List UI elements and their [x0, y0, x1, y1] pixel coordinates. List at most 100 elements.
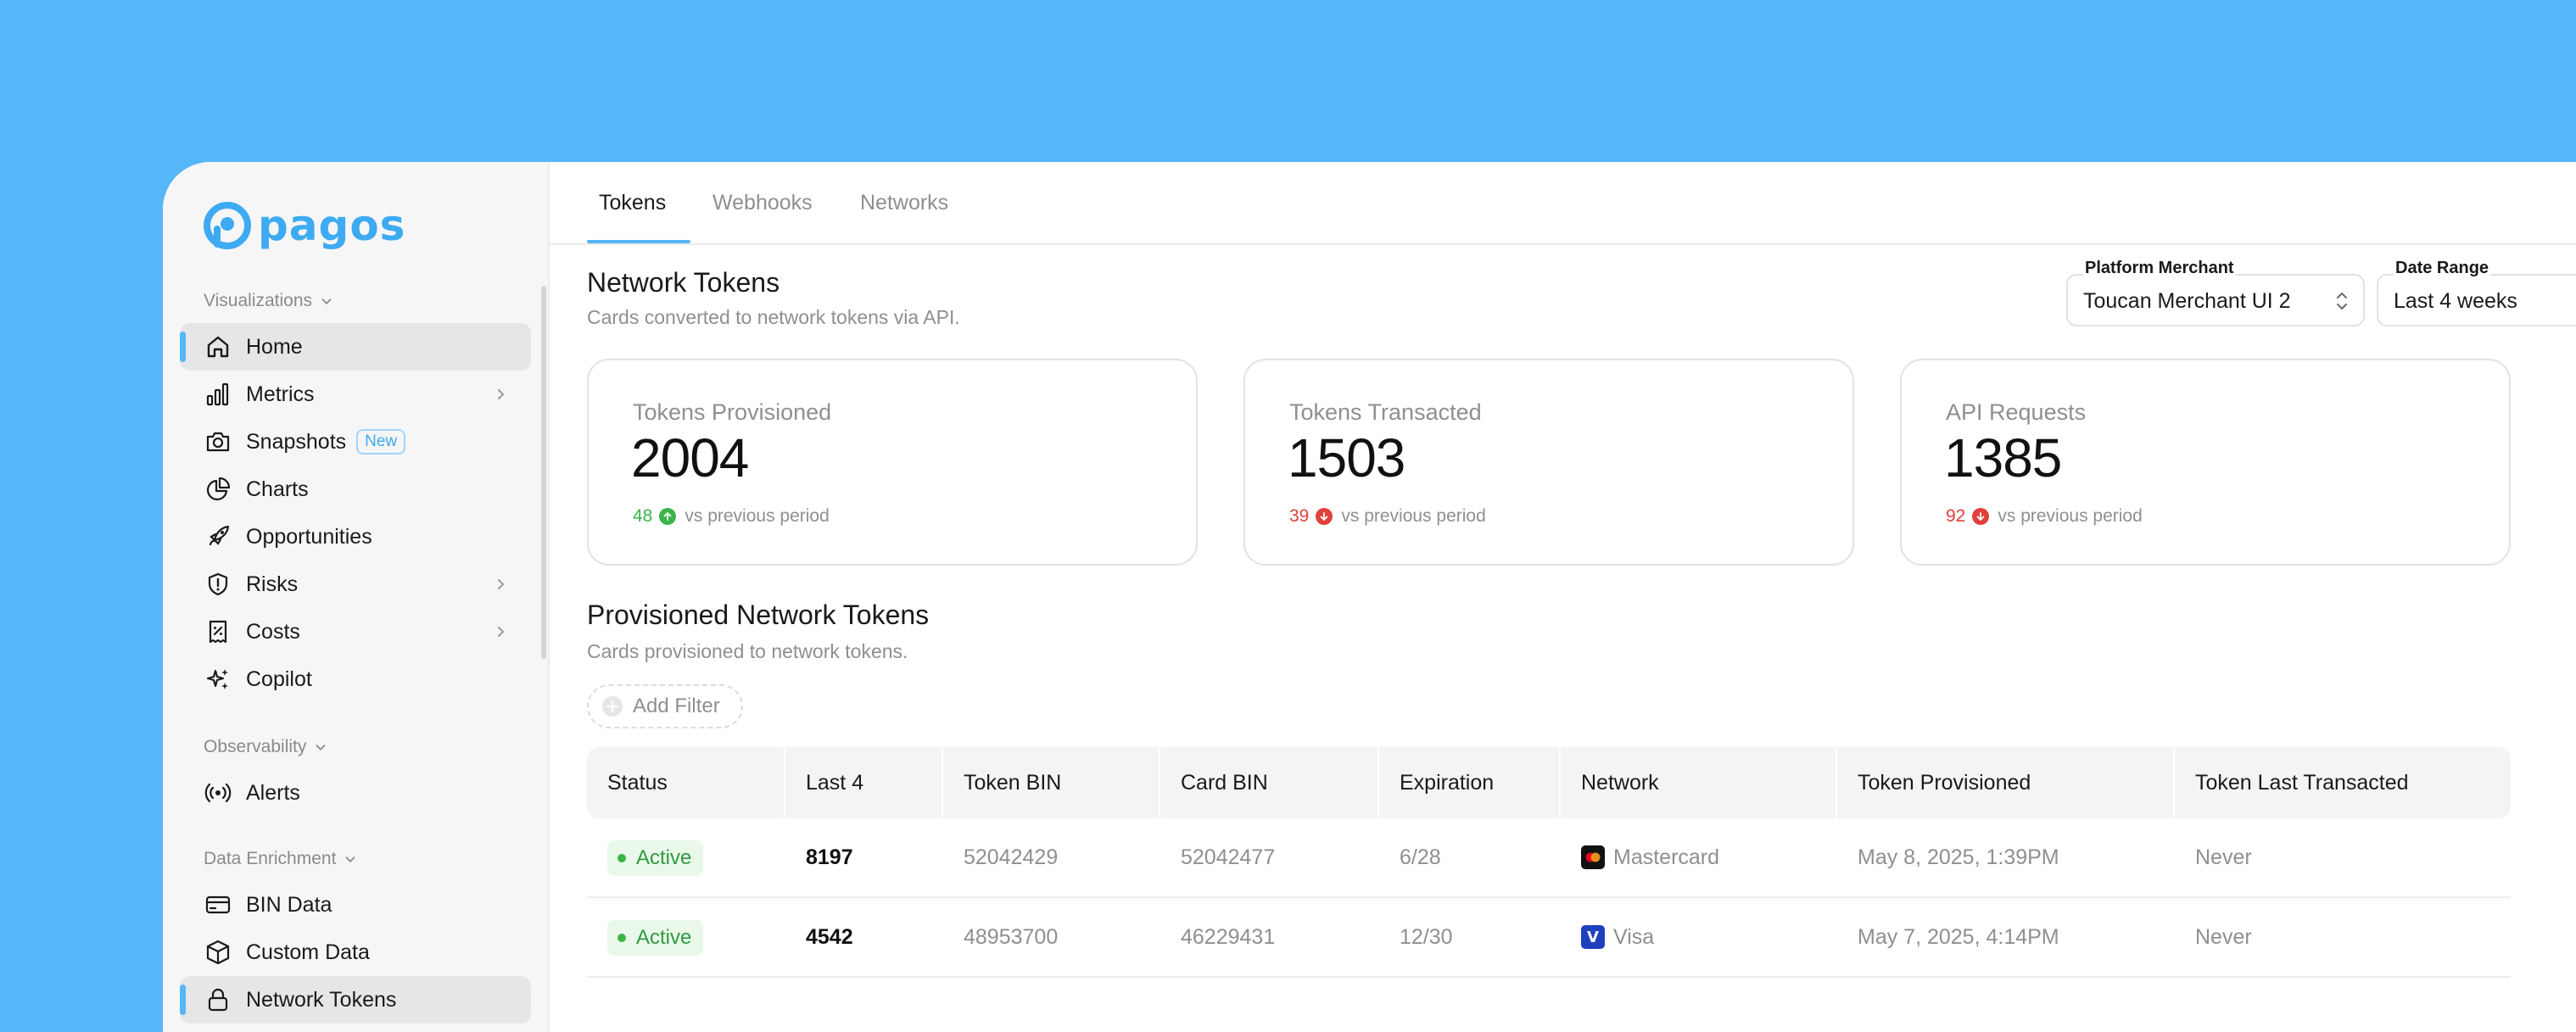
section-visualizations[interactable]: Visualizations: [204, 291, 334, 311]
sparkles-icon: [204, 665, 232, 694]
network-tokens-table: Status Last 4 Token BIN Card BIN Expirat…: [587, 747, 2511, 978]
select-label: Date Range: [2394, 259, 2491, 278]
metric-value: 1503: [1288, 427, 1405, 488]
column-header-token-last-transacted[interactable]: Token Last Transacted: [2195, 747, 2409, 818]
cell-token-last-transacted: Never: [2195, 925, 2252, 949]
column-header-status[interactable]: Status: [607, 747, 668, 818]
delta-compare: vs previous period: [685, 506, 830, 526]
metric-label: API Requests: [1946, 399, 2087, 425]
status-badge: Active: [607, 840, 704, 876]
metric-card-tokens-provisioned: Tokens Provisioned 2004 48 vs previous p…: [587, 359, 1198, 566]
cell-card-bin: 46229431: [1181, 925, 1276, 949]
sidebar-item-metrics[interactable]: Metrics: [180, 371, 531, 418]
date-range-select[interactable]: Date Range Last 4 weeks: [2377, 259, 2576, 326]
cell-token-provisioned: May 7, 2025, 4:14PM: [1858, 925, 2059, 949]
select-arrows-icon: [2337, 292, 2347, 310]
status-dot: [617, 934, 626, 942]
camera-icon: [204, 427, 232, 456]
cell-token-bin: 52042429: [964, 845, 1059, 869]
section-observability[interactable]: Observability: [204, 737, 328, 757]
sidebar-item-costs[interactable]: Costs: [180, 608, 531, 655]
sidebar-item-label: Snapshots: [246, 429, 347, 454]
cell-token-provisioned: May 8, 2025, 1:39PM: [1858, 845, 2059, 869]
chevron-right-icon: [498, 389, 505, 399]
logo-text: pagos: [258, 201, 406, 250]
table-header: Status Last 4 Token BIN Card BIN Expirat…: [587, 747, 2511, 818]
sidebar-item-network-tokens[interactable]: Network Tokens: [180, 976, 531, 1024]
delta-value: 48: [633, 506, 653, 526]
column-header-card-bin[interactable]: Card BIN: [1181, 747, 1268, 818]
platform-merchant-select[interactable]: Platform Merchant Toucan Merchant UI 2: [2066, 259, 2365, 326]
section-title: Provisioned Network Tokens: [587, 600, 930, 630]
table-row[interactable]: Active 8197 52042429 52042477 6/28 Maste…: [587, 818, 2511, 898]
sidebar-item-charts[interactable]: Charts: [180, 466, 531, 513]
sidebar-scrollbar[interactable]: [541, 286, 546, 659]
receipt-percent-icon: [204, 617, 232, 646]
cell-last4: 4542: [806, 925, 853, 949]
sidebar-item-label: Custom Data: [246, 940, 370, 964]
credit-card-icon: [204, 890, 232, 919]
chevron-down-icon: [316, 745, 326, 750]
sidebar-item-copilot[interactable]: Copilot: [180, 655, 531, 703]
app-window: pagos Visualizations Home Metrics Snapsh…: [163, 162, 2576, 1032]
sidebar-item-custom-data[interactable]: Custom Data: [180, 929, 531, 976]
network-name: Mastercard: [1613, 845, 1720, 869]
section-label: Data Enrichment: [204, 849, 337, 868]
metric-card-api-requests: API Requests 1385 92 vs previous period: [1900, 359, 2511, 566]
box-icon: [204, 938, 232, 967]
bar-chart-icon: [204, 380, 232, 409]
pagos-logo[interactable]: pagos: [204, 201, 405, 250]
sidebar-item-label: Risks: [246, 572, 299, 596]
cell-token-last-transacted: Never: [2195, 845, 2252, 869]
column-header-token-provisioned[interactable]: Token Provisioned: [1858, 747, 2031, 818]
section-data-enrichment[interactable]: Data Enrichment: [204, 849, 358, 869]
delta-value: 92: [1946, 506, 1966, 526]
status-badge: Active: [607, 920, 704, 956]
tab-tokens[interactable]: Tokens: [599, 191, 666, 215]
active-indicator: [180, 332, 186, 362]
column-header-token-bin[interactable]: Token BIN: [964, 747, 1061, 818]
sidebar-item-home[interactable]: Home: [180, 323, 531, 371]
tab-networks[interactable]: Networks: [860, 191, 948, 215]
column-header-expiration[interactable]: Expiration: [1400, 747, 1494, 818]
sidebar-item-label: Alerts: [246, 780, 300, 805]
arrow-down-icon: [1972, 508, 1990, 525]
sidebar-item-label: BIN Data: [246, 892, 332, 917]
section-label: Visualizations: [204, 291, 313, 310]
chevron-right-icon: [498, 627, 505, 637]
metric-card-tokens-transacted: Tokens Transacted 1503 39 vs previous pe…: [1243, 359, 1854, 566]
sidebar-item-bin-data[interactable]: BIN Data: [180, 881, 531, 929]
page-title: Network Tokens: [587, 267, 780, 298]
cell-card-bin: 52042477: [1181, 845, 1276, 869]
cell-network: V Visa: [1581, 898, 1654, 976]
sidebar-item-label: Copilot: [246, 667, 312, 691]
select-value: Toucan Merchant UI 2: [2083, 289, 2291, 313]
tab-webhooks[interactable]: Webhooks: [712, 191, 813, 215]
sidebar-item-risks[interactable]: Risks: [180, 561, 531, 608]
pagos-logo-icon: [204, 202, 251, 249]
column-header-last4[interactable]: Last 4: [806, 747, 863, 818]
sidebar-item-label: Network Tokens: [246, 987, 397, 1012]
table-row[interactable]: Active 4542 48953700 46229431 12/30 V Vi…: [587, 898, 2511, 978]
metric-delta: 39 vs previous period: [1289, 506, 1486, 527]
arrow-down-icon: [1316, 508, 1333, 525]
column-header-network[interactable]: Network: [1581, 747, 1659, 818]
section-subtitle: Cards provisioned to network tokens.: [587, 640, 908, 662]
page-subtitle: Cards converted to network tokens via AP…: [587, 306, 960, 328]
sidebar-item-snapshots[interactable]: Snapshots New: [180, 418, 531, 466]
home-icon: [204, 332, 232, 361]
add-filter-button[interactable]: Add Filter: [587, 684, 743, 728]
broadcast-icon: [204, 778, 232, 807]
section-label: Observability: [204, 737, 307, 756]
metric-delta: 92 vs previous period: [1946, 506, 2143, 527]
lock-icon: [204, 985, 232, 1014]
sidebar-item-alerts[interactable]: Alerts: [180, 769, 531, 817]
rocket-icon: [204, 522, 232, 551]
metric-label: Tokens Provisioned: [633, 399, 832, 425]
metric-label: Tokens Transacted: [1289, 399, 1482, 425]
arrow-up-icon: [659, 508, 677, 525]
sidebar-item-opportunities[interactable]: Opportunities: [180, 513, 531, 561]
tab-bar: Tokens Webhooks Networks: [550, 162, 2576, 245]
chevron-down-icon: [346, 856, 355, 862]
select-value: Last 4 weeks: [2394, 289, 2517, 313]
